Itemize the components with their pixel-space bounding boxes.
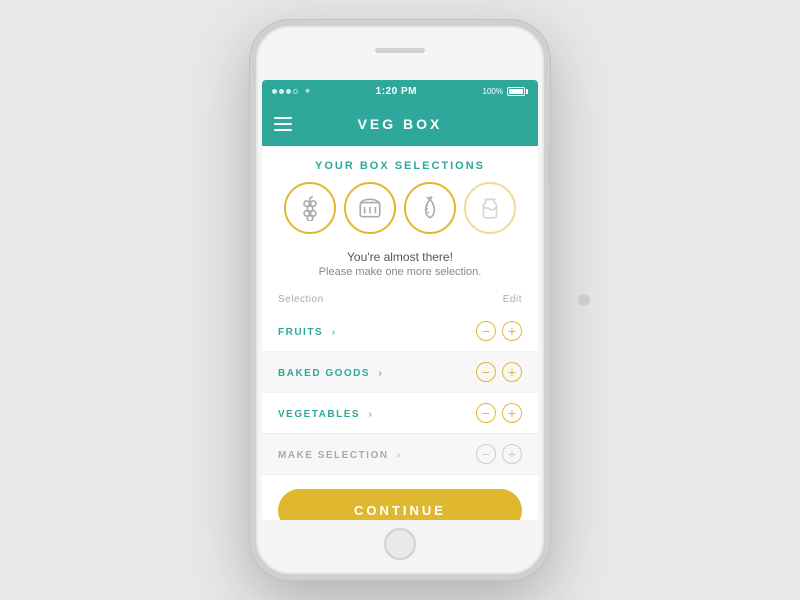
vegetables-chevron: › bbox=[369, 409, 372, 420]
empty-selection-icon-circle[interactable] bbox=[464, 182, 516, 234]
side-button bbox=[548, 146, 552, 186]
main-content: YOUR BOX SELECTIONS bbox=[262, 146, 538, 520]
list-item[interactable]: MAKE SELECTION › − + bbox=[262, 434, 538, 475]
battery-icon bbox=[507, 87, 528, 96]
battery-percentage: 100% bbox=[483, 87, 503, 96]
vegetables-edit-controls: − + bbox=[476, 403, 522, 423]
phone-speaker bbox=[375, 48, 425, 53]
list-item-left: MAKE SELECTION › bbox=[278, 445, 400, 463]
vegetables-decrement-button[interactable]: − bbox=[476, 403, 496, 423]
make-selection-edit-controls: − + bbox=[476, 444, 522, 464]
signal-dot-4 bbox=[293, 89, 298, 94]
list-header: Selection Edit bbox=[262, 288, 538, 311]
message-sub: Please make one more selection. bbox=[282, 266, 518, 278]
baked-goods-increment-button[interactable]: + bbox=[502, 362, 522, 382]
list-item-left: BAKED GOODS › bbox=[278, 363, 382, 381]
app-header: VEG BOX bbox=[262, 102, 538, 146]
edit-column-header: Edit bbox=[503, 294, 522, 305]
make-selection-label: MAKE SELECTION bbox=[278, 450, 388, 461]
status-time: 1:20 PM bbox=[376, 86, 417, 97]
fruits-increment-button[interactable]: + bbox=[502, 321, 522, 341]
list-item[interactable]: VEGETABLES › − + bbox=[262, 393, 538, 434]
vegetables-label: VEGETABLES bbox=[278, 409, 360, 420]
grapes-icon bbox=[297, 195, 323, 221]
battery-fill bbox=[509, 89, 523, 94]
signal-dots bbox=[272, 89, 298, 94]
message-area: You're almost there! Please make one mor… bbox=[262, 246, 538, 288]
continue-area: CONTINUE bbox=[262, 475, 538, 520]
fruits-icon-circle[interactable] bbox=[284, 182, 336, 234]
milk-icon bbox=[477, 195, 503, 221]
status-bar: ⌖ 1:20 PM 100% bbox=[262, 80, 538, 102]
list-item-left: VEGETABLES › bbox=[278, 404, 372, 422]
hamburger-menu-button[interactable] bbox=[274, 117, 292, 131]
make-selection-chevron: › bbox=[397, 450, 400, 461]
baked-goods-label: BAKED GOODS bbox=[278, 368, 370, 379]
vegetables-increment-button[interactable]: + bbox=[502, 403, 522, 423]
section-title: YOUR BOX SELECTIONS bbox=[262, 146, 538, 182]
signal-dot-3 bbox=[286, 89, 291, 94]
list-item-left: FRUITS › bbox=[278, 322, 335, 340]
hamburger-line-2 bbox=[274, 123, 292, 125]
message-main: You're almost there! bbox=[282, 250, 518, 264]
wifi-icon: ⌖ bbox=[305, 86, 310, 97]
continue-button[interactable]: CONTINUE bbox=[278, 489, 522, 520]
battery-body bbox=[507, 87, 525, 96]
make-selection-increment-button[interactable]: + bbox=[502, 444, 522, 464]
status-right: 100% bbox=[483, 87, 528, 96]
selection-column-header: Selection bbox=[278, 294, 324, 305]
make-selection-decrement-button[interactable]: − bbox=[476, 444, 496, 464]
list-item[interactable]: FRUITS › − + bbox=[262, 311, 538, 352]
status-left: ⌖ bbox=[272, 86, 310, 97]
scroll-indicator bbox=[578, 294, 590, 306]
signal-dot-1 bbox=[272, 89, 277, 94]
baked-goods-icon-circle[interactable] bbox=[344, 182, 396, 234]
phone-screen: ⌖ 1:20 PM 100% VEG BOX bbox=[262, 80, 538, 520]
baked-goods-chevron: › bbox=[379, 368, 382, 379]
signal-dot-2 bbox=[279, 89, 284, 94]
phone-home-button[interactable] bbox=[384, 528, 416, 560]
fruits-chevron: › bbox=[332, 327, 335, 338]
baked-goods-edit-controls: − + bbox=[476, 362, 522, 382]
list-item[interactable]: BAKED GOODS › − + bbox=[262, 352, 538, 393]
app-title: VEG BOX bbox=[358, 116, 443, 132]
bread-icon bbox=[357, 195, 383, 221]
hamburger-line-1 bbox=[274, 117, 292, 119]
hamburger-line-3 bbox=[274, 129, 292, 131]
selection-icons-row bbox=[262, 182, 538, 246]
fruits-decrement-button[interactable]: − bbox=[476, 321, 496, 341]
battery-tip bbox=[526, 89, 528, 94]
fruits-edit-controls: − + bbox=[476, 321, 522, 341]
carrot-icon bbox=[417, 195, 443, 221]
vegetables-icon-circle[interactable] bbox=[404, 182, 456, 234]
baked-goods-decrement-button[interactable]: − bbox=[476, 362, 496, 382]
fruits-label: FRUITS bbox=[278, 327, 323, 338]
phone-mockup: ⌖ 1:20 PM 100% VEG BOX bbox=[250, 20, 550, 580]
